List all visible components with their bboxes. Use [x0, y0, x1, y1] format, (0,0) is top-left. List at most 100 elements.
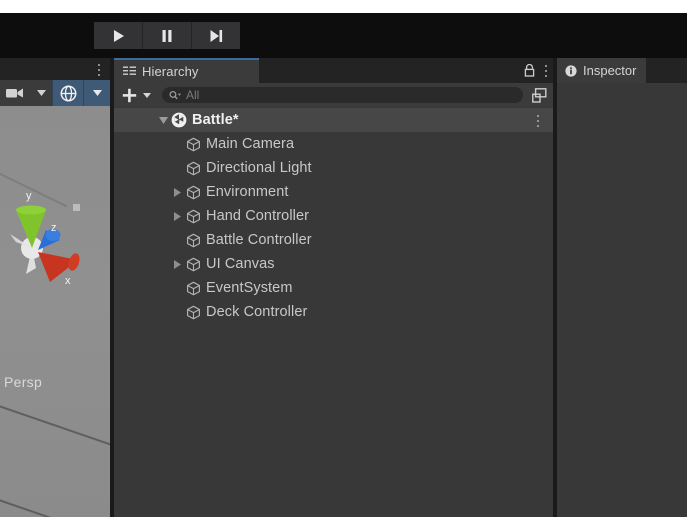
- hierarchy-item-row[interactable]: EventSystem: [114, 276, 553, 300]
- search-expand-button[interactable]: [529, 83, 549, 107]
- tab-hierarchy-label: Hierarchy: [142, 64, 199, 79]
- gizmo-axis-y-label: y: [26, 190, 32, 202]
- scene-tabbar: [0, 58, 110, 80]
- scene-orientation-gizmo[interactable]: y z x: [2, 186, 92, 296]
- play-button[interactable]: [94, 22, 143, 49]
- top-edge-strip: [0, 0, 687, 13]
- scene-view-panel: y z x Persp: [0, 58, 110, 517]
- hierarchy-item-row[interactable]: Battle Controller: [114, 228, 553, 252]
- unity-logo-glyph: [171, 112, 187, 128]
- gameobject-icon: [184, 305, 202, 320]
- axis-gizmo-icon: [10, 204, 80, 282]
- main-toolbar: [0, 13, 687, 59]
- hierarchy-panel: Hierarchy All Battle* Main Camera Direct…: [114, 58, 553, 517]
- hierarchy-tree: Battle* Main Camera Directional Light Envi…: [114, 107, 553, 517]
- scene-projection-label[interactable]: Persp: [4, 374, 42, 390]
- inspector-tabbar: Inspector: [557, 58, 687, 83]
- chevron-down-icon: [92, 90, 102, 96]
- scene-camera-button[interactable]: [0, 80, 30, 106]
- scene-gizmo-dropdown[interactable]: [83, 80, 110, 106]
- chevron-down-icon: [36, 90, 46, 96]
- gameobject-icon: [184, 209, 202, 224]
- hierarchy-item-row[interactable]: UI Canvas: [114, 252, 553, 276]
- hierarchy-item-row[interactable]: Environment: [114, 180, 553, 204]
- triangle-right-icon: [173, 259, 181, 269]
- camera-icon: [6, 88, 23, 98]
- scene-row-kebab-menu-icon[interactable]: [537, 113, 539, 128]
- inspector-panel: Inspector: [557, 58, 687, 517]
- gameobject-icon: [184, 185, 202, 200]
- unity-scene-icon: [170, 112, 188, 128]
- hierarchy-item-row[interactable]: Hand Controller: [114, 204, 553, 228]
- scene-expand-twisty[interactable]: [156, 116, 170, 124]
- hierarchy-tabbar: Hierarchy: [114, 58, 553, 83]
- hierarchy-item-label: Directional Light: [206, 160, 312, 176]
- triangle-down-icon: [158, 116, 168, 124]
- scene-kebab-menu-icon[interactable]: [98, 62, 100, 77]
- hierarchy-item-label: Main Camera: [206, 136, 295, 152]
- scene-view-toolbar: [0, 80, 110, 106]
- tab-hierarchy[interactable]: Hierarchy: [114, 58, 259, 83]
- scene-camera-dropdown[interactable]: [30, 80, 52, 106]
- scene-gizmo-toggle[interactable]: [52, 80, 83, 106]
- gizmo-axis-x-label: x: [65, 275, 71, 287]
- create-object-dropdown[interactable]: [140, 83, 154, 107]
- plus-icon: [122, 88, 136, 102]
- hierarchy-item-row[interactable]: Deck Controller: [114, 300, 553, 324]
- hierarchy-item-label: Battle Controller: [206, 232, 312, 248]
- hierarchy-icon: [123, 66, 136, 75]
- expand-window-icon: [531, 87, 546, 103]
- unity-editor-window: y z x Persp Hierarchy All Battle* Main C…: [0, 0, 687, 517]
- item-expand-twisty[interactable]: [170, 259, 184, 269]
- hierarchy-kebab-menu-icon[interactable]: [545, 63, 547, 78]
- hierarchy-scene-row[interactable]: Battle*: [114, 108, 553, 132]
- scene-floor: [0, 106, 110, 517]
- gameobject-icon: [184, 161, 202, 176]
- cube-glyph: [186, 137, 200, 151]
- cube-glyph: [186, 305, 200, 319]
- item-expand-twisty[interactable]: [170, 187, 184, 197]
- search-icon: [169, 90, 181, 99]
- inspector-body[interactable]: [557, 83, 687, 517]
- gameobject-icon: [184, 233, 202, 248]
- item-expand-twisty[interactable]: [170, 211, 184, 221]
- create-object-button[interactable]: [118, 83, 140, 107]
- hierarchy-item-row[interactable]: Directional Light: [114, 156, 553, 180]
- pause-button[interactable]: [143, 22, 192, 49]
- search-placeholder-text: All: [186, 88, 200, 102]
- lock-icon[interactable]: [524, 64, 535, 77]
- gizmo-axis-z-label: z: [51, 222, 57, 234]
- hierarchy-item-label: Hand Controller: [206, 208, 310, 224]
- gameobject-icon: [184, 257, 202, 272]
- cube-glyph: [186, 185, 200, 199]
- playmode-button-group: [94, 22, 240, 49]
- cube-glyph: [186, 209, 200, 223]
- step-icon: [210, 29, 223, 42]
- tab-inspector[interactable]: Inspector: [557, 58, 647, 83]
- pause-icon: [162, 29, 172, 42]
- hierarchy-item-label: Environment: [206, 184, 289, 200]
- tab-inspector-label: Inspector: [583, 63, 637, 78]
- hierarchy-item-label: Deck Controller: [206, 304, 308, 320]
- globe-gizmo-icon: [60, 85, 76, 101]
- search-input[interactable]: All: [162, 87, 523, 103]
- cube-glyph: [186, 281, 200, 295]
- cube-glyph: [186, 233, 200, 247]
- play-icon: [113, 29, 124, 42]
- triangle-right-icon: [173, 187, 181, 197]
- lock-glyph: [524, 64, 535, 77]
- gameobject-icon: [184, 281, 202, 296]
- chevron-down-icon: [143, 92, 151, 98]
- scene-viewport[interactable]: y z x Persp: [0, 106, 110, 517]
- info-icon: [565, 64, 577, 77]
- cube-glyph: [186, 161, 200, 175]
- scene-name-label: Battle*: [192, 112, 239, 128]
- step-button[interactable]: [192, 22, 240, 49]
- hierarchy-tabbar-controls: [524, 58, 547, 83]
- hierarchy-item-label: UI Canvas: [206, 256, 275, 272]
- hierarchy-item-label: EventSystem: [206, 280, 293, 296]
- hierarchy-toolbar: All: [114, 83, 553, 107]
- gameobject-icon: [184, 137, 202, 152]
- cube-glyph: [186, 257, 200, 271]
- hierarchy-item-row[interactable]: Main Camera: [114, 132, 553, 156]
